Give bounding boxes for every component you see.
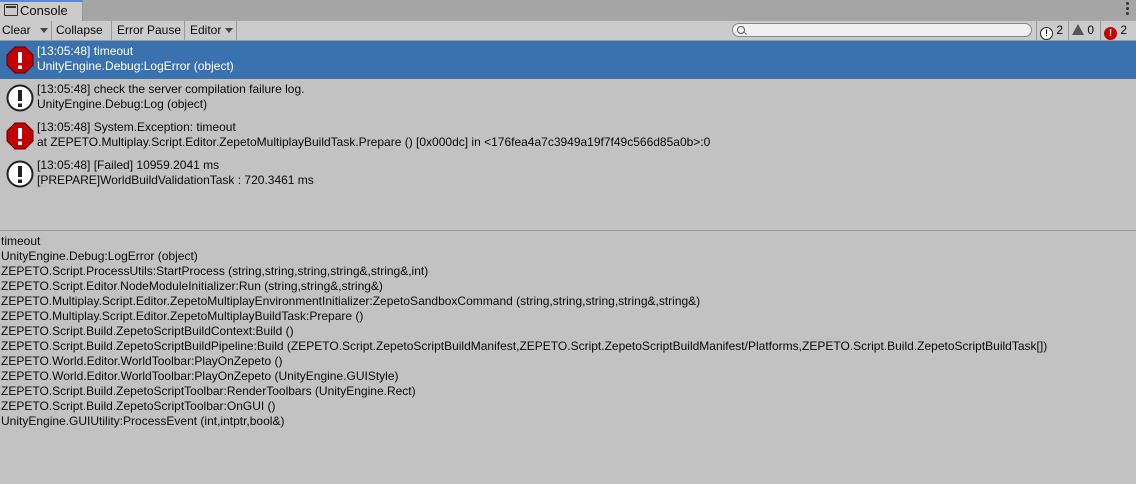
stack-trace-line: ZEPETO.Script.Editor.NodeModuleInitializ…: [1, 279, 383, 293]
editor-label: Editor: [190, 23, 222, 37]
stack-trace-line: timeout: [1, 234, 41, 248]
clear-options-dropdown[interactable]: [36, 21, 52, 40]
error-count: 2: [1120, 23, 1128, 37]
error-pause-toggle[interactable]: Error Pause: [115, 21, 185, 40]
info-icon: [6, 160, 34, 188]
stack-trace-line: UnityEngine.Debug:LogError (object): [1, 249, 198, 263]
log-entry-source: at ZEPETO.Multiplay.Script.Editor.Zepeto…: [37, 135, 711, 149]
log-entry[interactable]: [13:05:48] [Failed] 10959.2041 ms [PREPA…: [0, 155, 1136, 193]
chevron-down-icon: [40, 28, 48, 34]
clear-label: Clear: [2, 23, 31, 37]
info-icon: [6, 84, 34, 112]
stack-trace-line: ZEPETO.Multiplay.Script.Editor.ZepetoMul…: [1, 294, 701, 308]
log-entry-message: [13:05:48] timeout: [37, 44, 134, 58]
stack-trace-line: ZEPETO.Script.ProcessUtils:StartProcess …: [1, 264, 429, 278]
warning-filter-toggle[interactable]: 0: [1068, 21, 1100, 40]
log-entry-message: [13:05:48] System.Exception: timeout: [37, 120, 236, 134]
split-divider[interactable]: [0, 230, 1136, 231]
log-entry[interactable]: [13:05:48] check the server compilation …: [0, 79, 1136, 117]
collapse-toggle[interactable]: Collapse: [54, 21, 112, 40]
log-entry-message: [13:05:48] [Failed] 10959.2041 ms: [37, 158, 220, 172]
stack-trace-line: ZEPETO.Script.Build.ZepetoScriptToolbar:…: [1, 399, 276, 413]
error-icon: [6, 122, 34, 150]
stack-trace-line: ZEPETO.Script.Build.ZepetoScriptBuildCon…: [1, 324, 294, 338]
console-toolbar: Clear Collapse Error Pause Editor ! 2 0 …: [0, 21, 1136, 41]
error-icon: !: [1104, 27, 1117, 40]
log-list: [13:05:48] timeout UnityEngine.Debug:Log…: [0, 41, 1136, 229]
console-icon: [4, 4, 18, 16]
tab-console-label: Console: [20, 3, 68, 18]
stack-trace-line: ZEPETO.Multiplay.Script.Editor.ZepetoMul…: [1, 309, 364, 323]
stack-trace-line: ZEPETO.Script.Build.ZepetoScriptBuildPip…: [1, 339, 1048, 353]
more-options-icon[interactable]: [1126, 2, 1130, 17]
stack-trace-line: ZEPETO.World.Editor.WorldToolbar:PlayOnZ…: [1, 354, 283, 368]
tab-bar: Console: [0, 0, 1136, 22]
stack-trace-line: UnityEngine.GUIUtility:ProcessEvent (int…: [1, 414, 285, 428]
log-entry-source: UnityEngine.Debug:Log (object): [37, 97, 208, 111]
search-icon: [737, 26, 745, 34]
chevron-down-icon: [224, 28, 233, 34]
tab-console[interactable]: Console: [0, 0, 83, 21]
collapse-label: Collapse: [56, 23, 103, 37]
log-entry[interactable]: [13:05:48] System.Exception: timeout at …: [0, 117, 1136, 155]
warning-icon: [1072, 24, 1084, 35]
info-icon: !: [1040, 27, 1053, 40]
info-count: 2: [1056, 23, 1064, 37]
clear-button[interactable]: Clear: [0, 21, 37, 40]
search-input[interactable]: [732, 23, 1032, 37]
error-pause-label: Error Pause: [117, 23, 182, 37]
editor-dropdown[interactable]: Editor: [188, 21, 237, 40]
warning-count: 0: [1087, 23, 1095, 37]
log-entry-source: UnityEngine.Debug:LogError (object): [37, 59, 234, 73]
error-icon: [6, 46, 34, 74]
log-entry-source: [PREPARE]WorldBuildValidationTask : 720.…: [37, 173, 314, 187]
log-entry-message: [13:05:48] check the server compilation …: [37, 82, 305, 96]
error-filter-toggle[interactable]: ! 2: [1100, 21, 1136, 40]
stack-trace-line: ZEPETO.World.Editor.WorldToolbar:PlayOnZ…: [1, 369, 399, 383]
stack-trace-panel: timeout UnityEngine.Debug:LogError (obje…: [0, 234, 1136, 429]
stack-trace-line: ZEPETO.Script.Build.ZepetoScriptToolbar:…: [1, 384, 416, 398]
info-filter-toggle[interactable]: ! 2: [1036, 21, 1068, 40]
log-entry[interactable]: [13:05:48] timeout UnityEngine.Debug:Log…: [0, 41, 1136, 79]
